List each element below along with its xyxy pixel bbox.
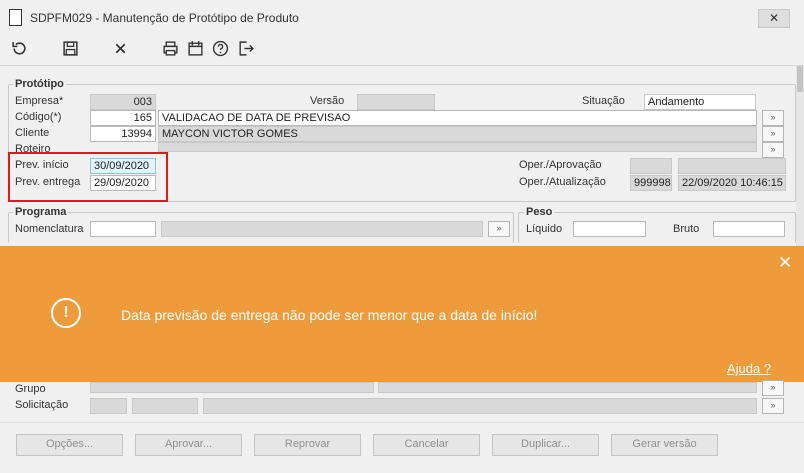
- prototipo-legend: Protótipo: [13, 78, 66, 90]
- versao-label: Versão: [310, 95, 345, 107]
- grupo-field[interactable]: [90, 382, 374, 393]
- aprovar-button[interactable]: Aprovar...: [135, 434, 242, 456]
- cancelar-button[interactable]: Cancelar: [373, 434, 480, 456]
- cliente-label: Cliente: [15, 127, 50, 139]
- bruto-label: Bruto: [673, 223, 700, 235]
- oper-aprovacao-label: Oper./Aprovação: [519, 159, 602, 171]
- scrollbar-thumb[interactable]: [797, 66, 803, 92]
- scrollbar[interactable]: [796, 66, 804, 246]
- codigo-description-field[interactable]: VALIDACAO DE DATA DE PREVISAO: [158, 110, 757, 126]
- footer-separator: [0, 422, 804, 423]
- toast-help-link[interactable]: Ajuda ?: [727, 361, 771, 376]
- calendar-icon[interactable]: [185, 38, 205, 58]
- codigo-field[interactable]: 165: [90, 110, 156, 126]
- grupo-label: Grupo: [15, 383, 46, 395]
- warning-icon: !: [51, 298, 81, 328]
- situacao-label: Situação: [582, 95, 625, 107]
- grupo-lookup-button[interactable]: »: [762, 380, 784, 396]
- toolbar-separator: [0, 65, 804, 66]
- help-icon[interactable]: [210, 38, 230, 58]
- print-icon[interactable]: [160, 38, 180, 58]
- error-highlight-box: [8, 152, 168, 202]
- codigo-lookup-button[interactable]: »: [762, 110, 784, 126]
- liquido-field[interactable]: [573, 221, 646, 237]
- cliente-field[interactable]: 13994: [90, 126, 156, 142]
- programa-legend: Programa: [13, 206, 69, 218]
- roteiro-lookup-button[interactable]: »: [762, 142, 784, 158]
- oper-aprovacao-code-field[interactable]: [630, 158, 672, 174]
- reprovar-button[interactable]: Reprovar: [254, 434, 361, 456]
- nomenclatura-lookup-button[interactable]: »: [488, 221, 510, 237]
- codigo-label: Código(*): [15, 111, 62, 123]
- liquido-label: Líquido: [526, 223, 563, 235]
- title-bar: SDPFM029 - Manutenção de Protótipo de Pr…: [0, 0, 804, 34]
- oper-aprovacao-date-field[interactable]: [678, 158, 786, 174]
- gerar-versao-button[interactable]: Gerar versão: [611, 434, 718, 456]
- document-icon: [9, 9, 22, 26]
- refresh-icon[interactable]: [9, 38, 29, 58]
- bruto-field[interactable]: [713, 221, 785, 237]
- oper-atualizacao-date-field[interactable]: 22/09/2020 10:46:15: [678, 175, 786, 191]
- nomenclatura-label: Nomenclatura: [15, 223, 84, 235]
- nomenclatura-description-field[interactable]: [161, 221, 483, 237]
- solicitacao-field[interactable]: [90, 398, 127, 414]
- solicitacao-label: Solicitação: [15, 399, 69, 411]
- oper-atualizacao-code-field[interactable]: 999998: [630, 175, 672, 191]
- opcoes-button[interactable]: Opções...: [16, 434, 123, 456]
- toast-close-icon[interactable]: ✕: [778, 253, 792, 273]
- window-close-button[interactable]: ✕: [758, 9, 790, 28]
- duplicar-button[interactable]: Duplicar...: [492, 434, 599, 456]
- oper-atualizacao-label: Oper./Atualização: [519, 176, 606, 188]
- solicitacao-description-field[interactable]: [203, 398, 757, 414]
- grupo-description-field[interactable]: [378, 382, 757, 393]
- cliente-lookup-button[interactable]: »: [762, 126, 784, 142]
- solicitacao-lookup-button[interactable]: »: [762, 398, 784, 414]
- nomenclatura-field[interactable]: [90, 221, 156, 237]
- close-icon[interactable]: [110, 38, 130, 58]
- toast-message: Data previsão de entrega não pode ser me…: [121, 307, 538, 323]
- empresa-label: Empresa*: [15, 95, 64, 107]
- roteiro-field[interactable]: [158, 142, 757, 152]
- empresa-field[interactable]: 003: [90, 94, 156, 110]
- cliente-description-field[interactable]: MAYCON VICTOR GOMES: [158, 126, 757, 142]
- exit-icon[interactable]: [235, 38, 255, 58]
- window-title: SDPFM029 - Manutenção de Protótipo de Pr…: [30, 11, 299, 25]
- solicitacao-code-field[interactable]: [132, 398, 198, 414]
- situacao-field[interactable]: Andamento: [644, 94, 756, 110]
- versao-field[interactable]: [357, 94, 435, 110]
- save-icon[interactable]: [60, 38, 80, 58]
- peso-legend: Peso: [524, 206, 555, 218]
